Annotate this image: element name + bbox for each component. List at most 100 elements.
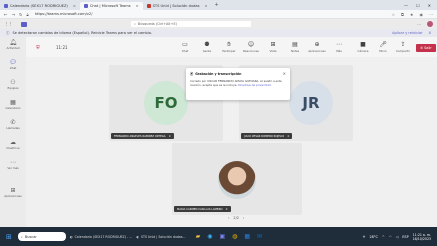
windows-taskbar: ⊞ ⌕ Buscar ◐ Calendario (SEX17 RODRIGUEZ… [0, 227, 437, 246]
people-icon: ⚉ [204, 41, 210, 48]
privacy-policy-link[interactable]: Directiva de privacidad [238, 83, 270, 87]
tool-more[interactable]: ⋯ Más [328, 41, 350, 53]
app-launcher-icon[interactable]: ⋮⋮ [4, 22, 13, 27]
browser-tab-calendar[interactable]: Calendario (SEX17 RODRIGUEZ) × [0, 2, 80, 10]
avatar [218, 161, 256, 199]
edge-icon[interactable]: ◉ [207, 233, 212, 240]
folder-icon[interactable]: ▰ [196, 233, 201, 240]
rail-item-calls[interactable]: ✆ Llamadas [0, 119, 26, 130]
window-controls: — ☐ ✕ [404, 3, 437, 8]
browser-tab-strip: Calendario (SEX17 RODRIGUEZ) × Chat | Mi… [0, 0, 437, 10]
phone-hangup-icon: ✆ [420, 46, 424, 50]
hand-icon: ✋︎ [227, 41, 231, 48]
participant-name-tag: JULIO CESAR ROMERO ROJELIO ✕ [241, 133, 293, 139]
tool-reactions[interactable]: ☺ Reacciones [240, 41, 262, 53]
avatar[interactable] [427, 21, 433, 27]
tab-label: STS Unid | Solución dudas [152, 4, 200, 8]
apply-restart-button[interactable]: Aplicar y reiniciar [392, 31, 423, 35]
clock[interactable]: 11:21 a. m. 18/10/2023 [413, 233, 431, 241]
teams-favicon-icon [4, 4, 8, 8]
teams-header: ⋮⋮ ⌕ Búsqueda (Ctrl+Alt+E) ⋯ [0, 19, 437, 29]
close-icon[interactable]: × [283, 71, 286, 76]
rail-item-apps[interactable]: ⊞ Aplicaciones [0, 187, 26, 198]
taskbar-app-calendar[interactable]: ◐ Calendario (SEX17 RODRIGUEZ) - ... [70, 232, 132, 242]
browser-tab-sts[interactable]: STS Unid | Solución dudas × [143, 2, 212, 10]
more-icon: ⋯ [336, 41, 342, 48]
word-icon[interactable]: ▦ [244, 233, 250, 240]
phone-icon: ✆ [10, 119, 16, 126]
tool-share[interactable]: ⇪ Compartir [392, 41, 414, 53]
volume-icon[interactable]: ◁ [396, 235, 399, 239]
tool-notes[interactable]: ▤ Notas [284, 41, 306, 53]
weather-icon: ☀ [362, 234, 366, 239]
profile-icon[interactable]: ◉ [420, 12, 424, 17]
rail-item-teams[interactable]: ⚇ Equipos [0, 79, 26, 90]
close-tab-icon[interactable]: × [136, 4, 139, 8]
participant-tile[interactable]: MARIA CARMEN CASILLAS LAMBRO ✕ [172, 143, 302, 215]
tool-camera[interactable]: ■ Cámara [352, 41, 374, 53]
lock-icon: 🔒︎ [26, 11, 29, 17]
teams-favicon-icon [83, 4, 88, 8]
tool-raise-hand[interactable]: ✋︎ Participar [218, 41, 240, 53]
camera-off-icon: ■ [360, 41, 366, 48]
browser-tab-chat[interactable]: Chat | Microsoft Teams × [79, 2, 143, 10]
rail-item-more[interactable]: ⋯ Ver más [0, 159, 26, 170]
teams-icon[interactable]: ▣ [219, 233, 225, 240]
chevron-left-icon[interactable]: ‹ [228, 216, 229, 220]
tool-view[interactable]: ⊞ Vista [262, 41, 284, 53]
more-options-icon[interactable]: ⋯ [417, 22, 421, 27]
avatar: JR [289, 81, 333, 125]
wifi-icon[interactable]: ◠ [389, 235, 392, 239]
rail-item-calendar[interactable]: ▦ Calendario [0, 99, 26, 110]
weather-temp: 28°C [369, 234, 378, 239]
minimize-icon[interactable]: — [404, 3, 408, 8]
cloud-icon: ☁ [10, 139, 16, 146]
close-tab-icon[interactable]: × [73, 4, 76, 8]
chevron-up-icon[interactable]: ^ [382, 235, 385, 239]
address-icons: ☆ ⧉ ★ ◉ ⋯ [391, 12, 433, 17]
close-window-icon[interactable]: ✕ [428, 3, 431, 8]
address-bar: ← → ↻ 🔒︎ https://teams.microsoft.com/v2/… [0, 10, 437, 19]
teams-icon: ⚇ [10, 79, 16, 86]
rail-item-onedrive[interactable]: ☁ OneDrive [0, 139, 26, 150]
language-notice-bar: ⓘ Se detectaron cambios de idioma (Españ… [0, 29, 437, 37]
rail-item-chat[interactable]: 💬︎ Chat [0, 59, 26, 70]
info-icon: ⓘ [6, 30, 10, 35]
taskbar-search[interactable]: ⌕ Buscar [17, 232, 66, 241]
back-icon[interactable]: ← [4, 12, 8, 17]
dismiss-notice-button[interactable]: X [429, 31, 431, 35]
star-icon[interactable]: ☆ [391, 12, 395, 17]
search-input[interactable]: ⌕ Búsqueda (Ctrl+Alt+E) [131, 21, 251, 27]
meeting-timer: 11:21 [56, 45, 68, 50]
reload-icon[interactable]: ↻ [19, 12, 23, 17]
search-icon: ⌕ [20, 234, 23, 239]
tool-apps[interactable]: ⊕ Aplicaciones [306, 41, 328, 53]
extensions-icon[interactable]: ⧉ [401, 12, 404, 17]
tab-label: Calendario (SEX17 RODRIGUEZ) [10, 4, 68, 8]
language-indicator[interactable]: ESP [402, 235, 408, 239]
leave-button[interactable]: ✆ Salir [416, 44, 436, 52]
tool-mic[interactable]: 🎤︎ Micro [372, 41, 394, 53]
url-field[interactable]: https://teams.microsoft.com/v2/ [35, 12, 93, 16]
outlook-icon[interactable]: ✉ [257, 233, 262, 240]
close-tab-icon[interactable]: × [205, 4, 208, 8]
chrome-icon[interactable]: ◍ [232, 233, 237, 240]
notice-text: Se detectaron cambios de idioma (Español… [12, 31, 152, 35]
windows-start-icon[interactable]: ⊞ [6, 233, 12, 241]
notes-icon: ▤ [292, 41, 298, 48]
forward-icon[interactable]: → [12, 12, 16, 17]
more-icon: ⋯ [10, 159, 16, 166]
mic-off-icon: ✕ [287, 134, 290, 138]
participant-name-tag: FERNANDO ANGELES RAMIREZ ORTEGA ✕ [111, 133, 174, 139]
favorites-icon[interactable]: ★ [410, 12, 414, 17]
tool-people[interactable]: ⚉ Gente [196, 41, 218, 53]
new-tab-icon[interactable]: + [215, 2, 219, 8]
taskbar-pinned: ▰ ◉ ▣ ◍ ▦ ✉ [196, 233, 263, 240]
taskbar-app-sts[interactable]: ◐ STS Unid | Solución dudas... [136, 232, 185, 242]
chevron-right-icon[interactable]: › [243, 216, 244, 220]
maximize-icon[interactable]: ☐ [416, 3, 420, 8]
menu-icon[interactable]: ⋯ [429, 12, 433, 17]
tool-chat[interactable]: ▭ Chat [174, 41, 196, 53]
rail-item-activity[interactable]: 🔔︎ Actividad [0, 39, 26, 50]
search-placeholder: Búsqueda (Ctrl+Alt+E) [137, 22, 177, 26]
